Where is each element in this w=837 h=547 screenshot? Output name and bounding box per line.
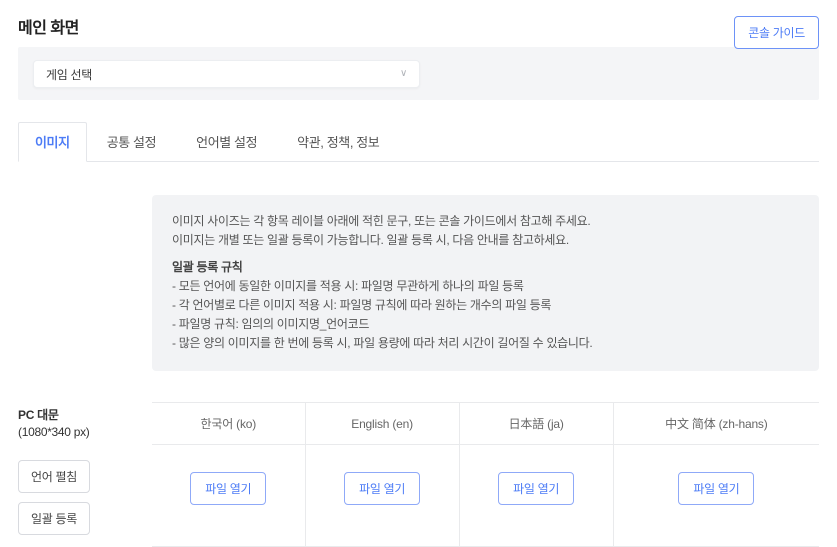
upload-cell-zh-hans: 파일 열기 (613, 445, 819, 547)
column-header-ja: 日本語 (ja) (459, 403, 613, 445)
notice-rule: - 많은 양의 이미지를 한 번에 등록 시, 파일 용량에 따라 처리 시간이… (172, 334, 799, 353)
upload-cell-ja: 파일 열기 (459, 445, 613, 547)
column-header-en: English (en) (305, 403, 459, 445)
game-select-panel: 게임 선택 ∨ (18, 47, 819, 100)
tab-bar: 이미지 공통 설정 언어별 설정 약관, 정책, 정보 (18, 122, 819, 162)
upload-cell-en: 파일 열기 (305, 445, 459, 547)
tab-content: 이미지 사이즈는 각 항목 레이블 아래에 적힌 문구, 또는 콘솔 가이드에서… (0, 195, 837, 547)
tab-terms-policy-info[interactable]: 약관, 정책, 정보 (277, 122, 399, 162)
notice-rule: - 모든 언어에 동일한 이미지를 적용 시: 파일명 무관하게 하나의 파일 … (172, 277, 799, 296)
notice-rules-title: 일괄 등록 규칙 (172, 258, 799, 277)
page-header: 메인 화면 콘솔 가이드 (18, 0, 819, 46)
open-file-button-ko[interactable]: 파일 열기 (190, 472, 266, 505)
open-file-button-en[interactable]: 파일 열기 (344, 472, 420, 505)
open-file-button-zh-hans[interactable]: 파일 열기 (678, 472, 754, 505)
tab-images[interactable]: 이미지 (18, 122, 87, 162)
bulk-register-button[interactable]: 일괄 등록 (18, 502, 90, 535)
expand-languages-button[interactable]: 언어 펼침 (18, 460, 90, 493)
notice-rule: - 각 언어별로 다른 이미지 적용 시: 파일명 규칙에 따라 원하는 개수의… (172, 296, 799, 315)
table-body-row: 파일 열기 파일 열기 파일 열기 파일 열기 (152, 445, 819, 547)
chevron-down-icon: ∨ (400, 69, 407, 79)
upload-cell-ko: 파일 열기 (152, 445, 305, 547)
notice-line: 이미지 사이즈는 각 항목 레이블 아래에 적힌 문구, 또는 콘솔 가이드에서… (172, 212, 799, 231)
notice-rule: - 파일명 규칙: 임의의 이미지명_언어코드 (172, 315, 799, 334)
console-guide-button[interactable]: 콘솔 가이드 (734, 16, 819, 49)
image-item-size: (1080*340 px) (18, 425, 152, 439)
notice-line: 이미지는 개별 또는 일괄 등록이 가능합니다. 일괄 등록 시, 다음 안내를… (172, 231, 799, 250)
table-header-row: 한국어 (ko) English (en) 日本語 (ja) 中文 简体 (zh… (152, 403, 819, 445)
image-item-row: PC 대문 (1080*340 px) 언어 펼침 일괄 등록 한국어 (ko)… (18, 402, 819, 547)
game-select-dropdown[interactable]: 게임 선택 ∨ (33, 60, 420, 88)
page-title: 메인 화면 (18, 14, 819, 38)
open-file-button-ja[interactable]: 파일 열기 (498, 472, 574, 505)
column-header-zh-hans: 中文 简体 (zh-hans) (613, 403, 819, 445)
image-item-label-column: PC 대문 (1080*340 px) 언어 펼침 일괄 등록 (18, 402, 152, 547)
notice-box: 이미지 사이즈는 각 항목 레이블 아래에 적힌 문구, 또는 콘솔 가이드에서… (152, 195, 819, 371)
tab-language-settings[interactable]: 언어별 설정 (176, 122, 277, 162)
game-select-value: 게임 선택 (46, 66, 92, 83)
language-table: 한국어 (ko) English (en) 日本語 (ja) 中文 简体 (zh… (152, 402, 819, 547)
tab-common-settings[interactable]: 공통 설정 (87, 122, 176, 162)
column-header-ko: 한국어 (ko) (152, 403, 305, 445)
page: 메인 화면 콘솔 가이드 게임 선택 ∨ (0, 0, 837, 100)
image-item-name: PC 대문 (18, 406, 152, 423)
